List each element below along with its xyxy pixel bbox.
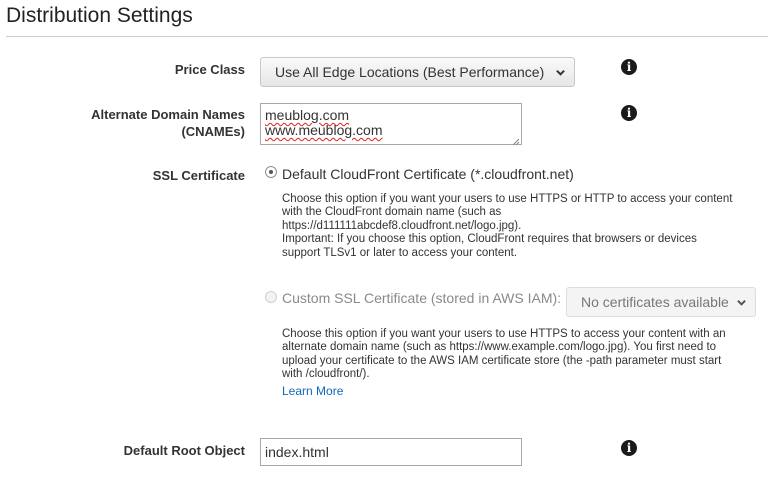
custom-certificate-label: Custom SSL Certificate (stored in AWS IA… [282,290,562,306]
help-line: with the CloudFront domain name (such as [282,206,502,219]
help-line: https://d111111abcdef8.cloudfront.net/lo… [282,219,522,232]
cnames-value-2: www.meublog.com [265,122,383,138]
custom-certificate-radio[interactable] [265,291,277,303]
chevron-down-icon [556,68,565,77]
help-line: Choose this option if you want your user… [282,193,733,205]
help-line: alternate domain name (such as https://w… [282,341,717,354]
section-title: Distribution Settings [6,4,193,27]
cnames-info-icon[interactable]: i [621,105,637,121]
default-certificate-radio[interactable] [265,166,277,178]
price-class-info-icon[interactable]: i [621,59,637,75]
cnames-label: Alternate Domain Names (CNAMEs) [40,106,245,140]
price-class-label: Price Class [174,62,245,77]
help-line: upload your certificate to the AWS IAM c… [282,354,722,367]
root-object-info-icon[interactable]: i [621,440,637,456]
help-line: Important: If you choose this option, Cl… [282,233,697,246]
default-root-object-label: Default Root Object [123,443,245,458]
learn-more-link[interactable]: Learn More [282,384,343,398]
help-line: support TLSv1 or later to access your co… [282,246,518,259]
custom-certificate-selected-value: No certificates available [581,294,729,310]
cnames-label-line2: (CNAMEs) [181,124,245,139]
cnames-textarea[interactable]: meublog.com www.meublog.com [260,103,522,146]
custom-certificate-select[interactable]: No certificates available [566,287,756,317]
cnames-value-1: meublog.com [265,107,350,123]
default-certificate-help: Choose this option if you want your user… [282,193,762,260]
chevron-down-icon [737,298,746,307]
default-root-object-input[interactable]: index.html [260,438,522,466]
custom-certificate-help: Choose this option if you want your user… [282,328,762,382]
resize-handle-icon[interactable] [511,134,520,146]
help-line: with /cloudfront/). [282,368,370,381]
cnames-label-line1: Alternate Domain Names [91,107,245,122]
radio-selected-dot [269,170,273,174]
ssl-certificate-label: SSL Certificate [152,168,245,183]
default-certificate-label[interactable]: Default CloudFront Certificate (*.cloudf… [282,166,574,182]
price-class-select[interactable]: Use All Edge Locations (Best Performance… [260,57,575,87]
section-divider [6,36,768,37]
price-class-selected-value: Use All Edge Locations (Best Performance… [275,64,545,80]
help-line: Choose this option if you want your user… [282,328,726,340]
